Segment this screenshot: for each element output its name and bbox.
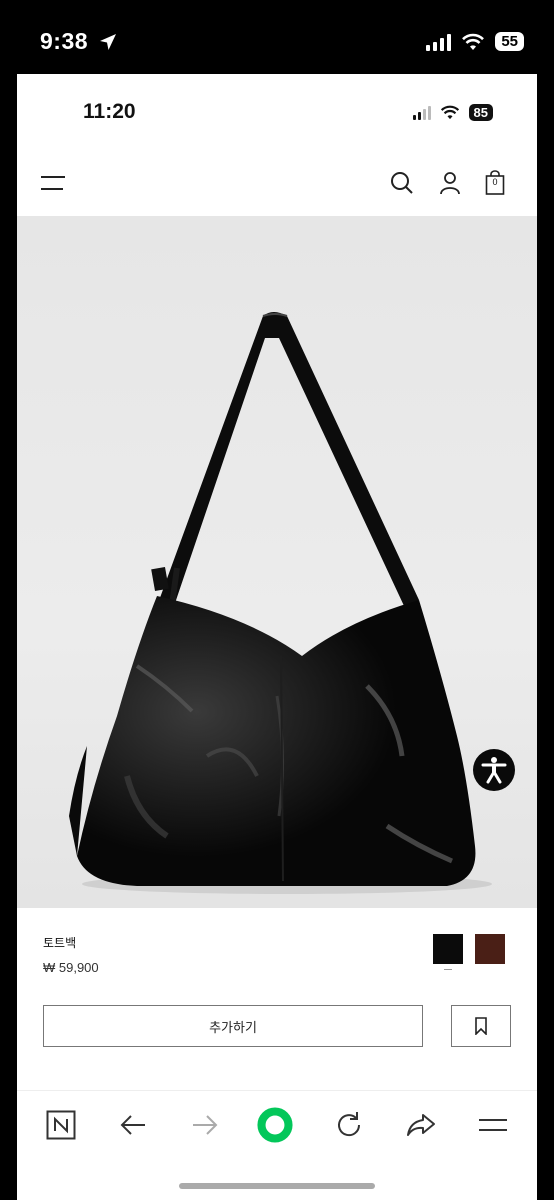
- menu-button[interactable]: [475, 1107, 511, 1143]
- accessibility-button[interactable]: [473, 749, 515, 791]
- hamburger-menu-button[interactable]: [41, 172, 67, 194]
- product-name: 토트백: [43, 936, 77, 950]
- naver-n-icon: [46, 1110, 76, 1140]
- cellular-signal-icon: [426, 33, 452, 51]
- site-header: 0: [17, 150, 537, 216]
- inner-status-bar: 11:20 85: [17, 74, 537, 150]
- naver-home-button[interactable]: [43, 1107, 79, 1143]
- product-price: ₩ 59,900: [43, 960, 99, 975]
- outer-time-text: 9:38: [40, 28, 89, 54]
- cellular-signal-icon: [412, 105, 431, 120]
- inner-clock: 11:20: [83, 100, 136, 123]
- share-button[interactable]: [403, 1107, 439, 1143]
- outer-status-bar: 9:38 55: [0, 0, 554, 74]
- cart-count: 0: [492, 177, 498, 187]
- product-info: 토트백 ₩ 59,900 추가하기: [17, 908, 537, 1088]
- account-button[interactable]: [437, 170, 463, 196]
- user-icon: [440, 172, 460, 195]
- inner-status-icons: 85: [412, 104, 493, 121]
- bookmark-button[interactable]: [451, 1005, 511, 1047]
- forward-arrow-icon: [193, 1115, 218, 1135]
- forward-button[interactable]: [187, 1107, 223, 1143]
- cart-button[interactable]: 0: [485, 170, 511, 196]
- header-actions: 0: [389, 170, 511, 196]
- accessibility-icon: [481, 757, 507, 784]
- battery-level: 55: [495, 32, 524, 51]
- browser-toolbar: [17, 1090, 537, 1200]
- color-swatches: [433, 934, 505, 970]
- back-arrow-icon: [120, 1115, 145, 1135]
- back-button[interactable]: [115, 1107, 151, 1143]
- product-image[interactable]: [17, 216, 537, 908]
- wifi-icon: [440, 105, 459, 120]
- search-button[interactable]: [389, 170, 415, 196]
- share-icon: [407, 1114, 435, 1136]
- bookmark-icon: [475, 1017, 487, 1035]
- add-to-cart-button[interactable]: 추가하기: [43, 1005, 423, 1047]
- black-leather-bag-photo: [69, 312, 492, 894]
- outer-status-icons: 55: [426, 32, 524, 51]
- green-home-icon: [257, 1107, 293, 1143]
- color-swatch-black[interactable]: [433, 934, 463, 970]
- color-swatch-brown[interactable]: [475, 934, 505, 964]
- home-indicator: [179, 1183, 375, 1189]
- reload-button[interactable]: [331, 1107, 367, 1143]
- wifi-icon: [462, 33, 485, 50]
- menu-icon: [479, 1119, 507, 1131]
- location-arrow-icon: [99, 34, 116, 50]
- battery-level: 85: [468, 104, 493, 121]
- app-screenshot: 11:20 85 0 토트백 ₩ 59,900 추가하기: [17, 74, 537, 1200]
- outer-clock: 9:38: [40, 28, 117, 55]
- search-icon: [391, 172, 413, 194]
- green-dot-button[interactable]: [257, 1107, 293, 1143]
- reload-icon: [338, 1112, 361, 1137]
